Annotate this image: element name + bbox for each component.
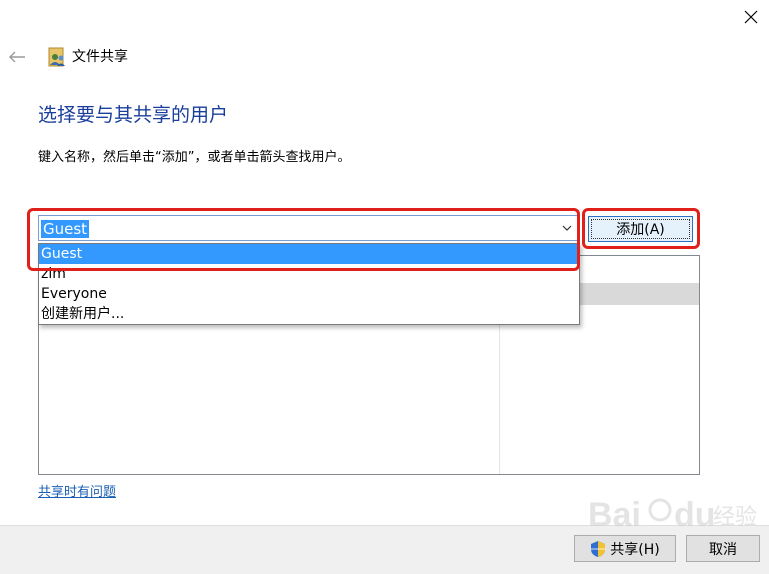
uac-shield-icon [591, 540, 606, 557]
page-heading: 选择要与其共享的用户 [38, 104, 229, 126]
close-icon [744, 10, 758, 24]
back-arrow-icon [9, 51, 25, 63]
dropdown-option-create-new-user[interactable]: 创建新用户... [39, 304, 579, 324]
file-sharing-window: 文件共享 选择要与其共享的用户 键入名称，然后单击“添加”，或者单击箭头查找用户… [0, 0, 769, 574]
users-share-icon [48, 47, 65, 67]
dropdown-option-zlm[interactable]: zlm [39, 264, 579, 284]
dropdown-option-guest[interactable]: Guest [39, 244, 579, 264]
share-button[interactable]: 共享(H) [574, 535, 676, 562]
window-title: 文件共享 [72, 49, 128, 65]
dropdown-option-everyone[interactable]: Everyone [39, 284, 579, 304]
combobox-dropdown-button[interactable] [557, 216, 577, 240]
back-button[interactable] [6, 46, 28, 68]
chevron-down-icon [562, 225, 572, 231]
combobox-value[interactable]: Guest [41, 220, 90, 238]
sharing-help-link[interactable]: 共享时有问题 [38, 484, 116, 502]
user-dropdown-list[interactable]: Guest zlm Everyone 创建新用户... [38, 243, 580, 325]
add-button[interactable]: 添加(A) [588, 216, 693, 242]
cancel-button-label: 取消 [709, 541, 737, 558]
cancel-button[interactable]: 取消 [686, 535, 760, 562]
focus-rectangle [591, 219, 690, 239]
close-button[interactable] [733, 0, 769, 34]
share-button-label: 共享(H) [610, 541, 660, 558]
instruction-text: 键入名称，然后单击“添加”，或者单击箭头查找用户。 [38, 150, 351, 165]
user-name-combobox[interactable]: Guest [38, 215, 578, 241]
